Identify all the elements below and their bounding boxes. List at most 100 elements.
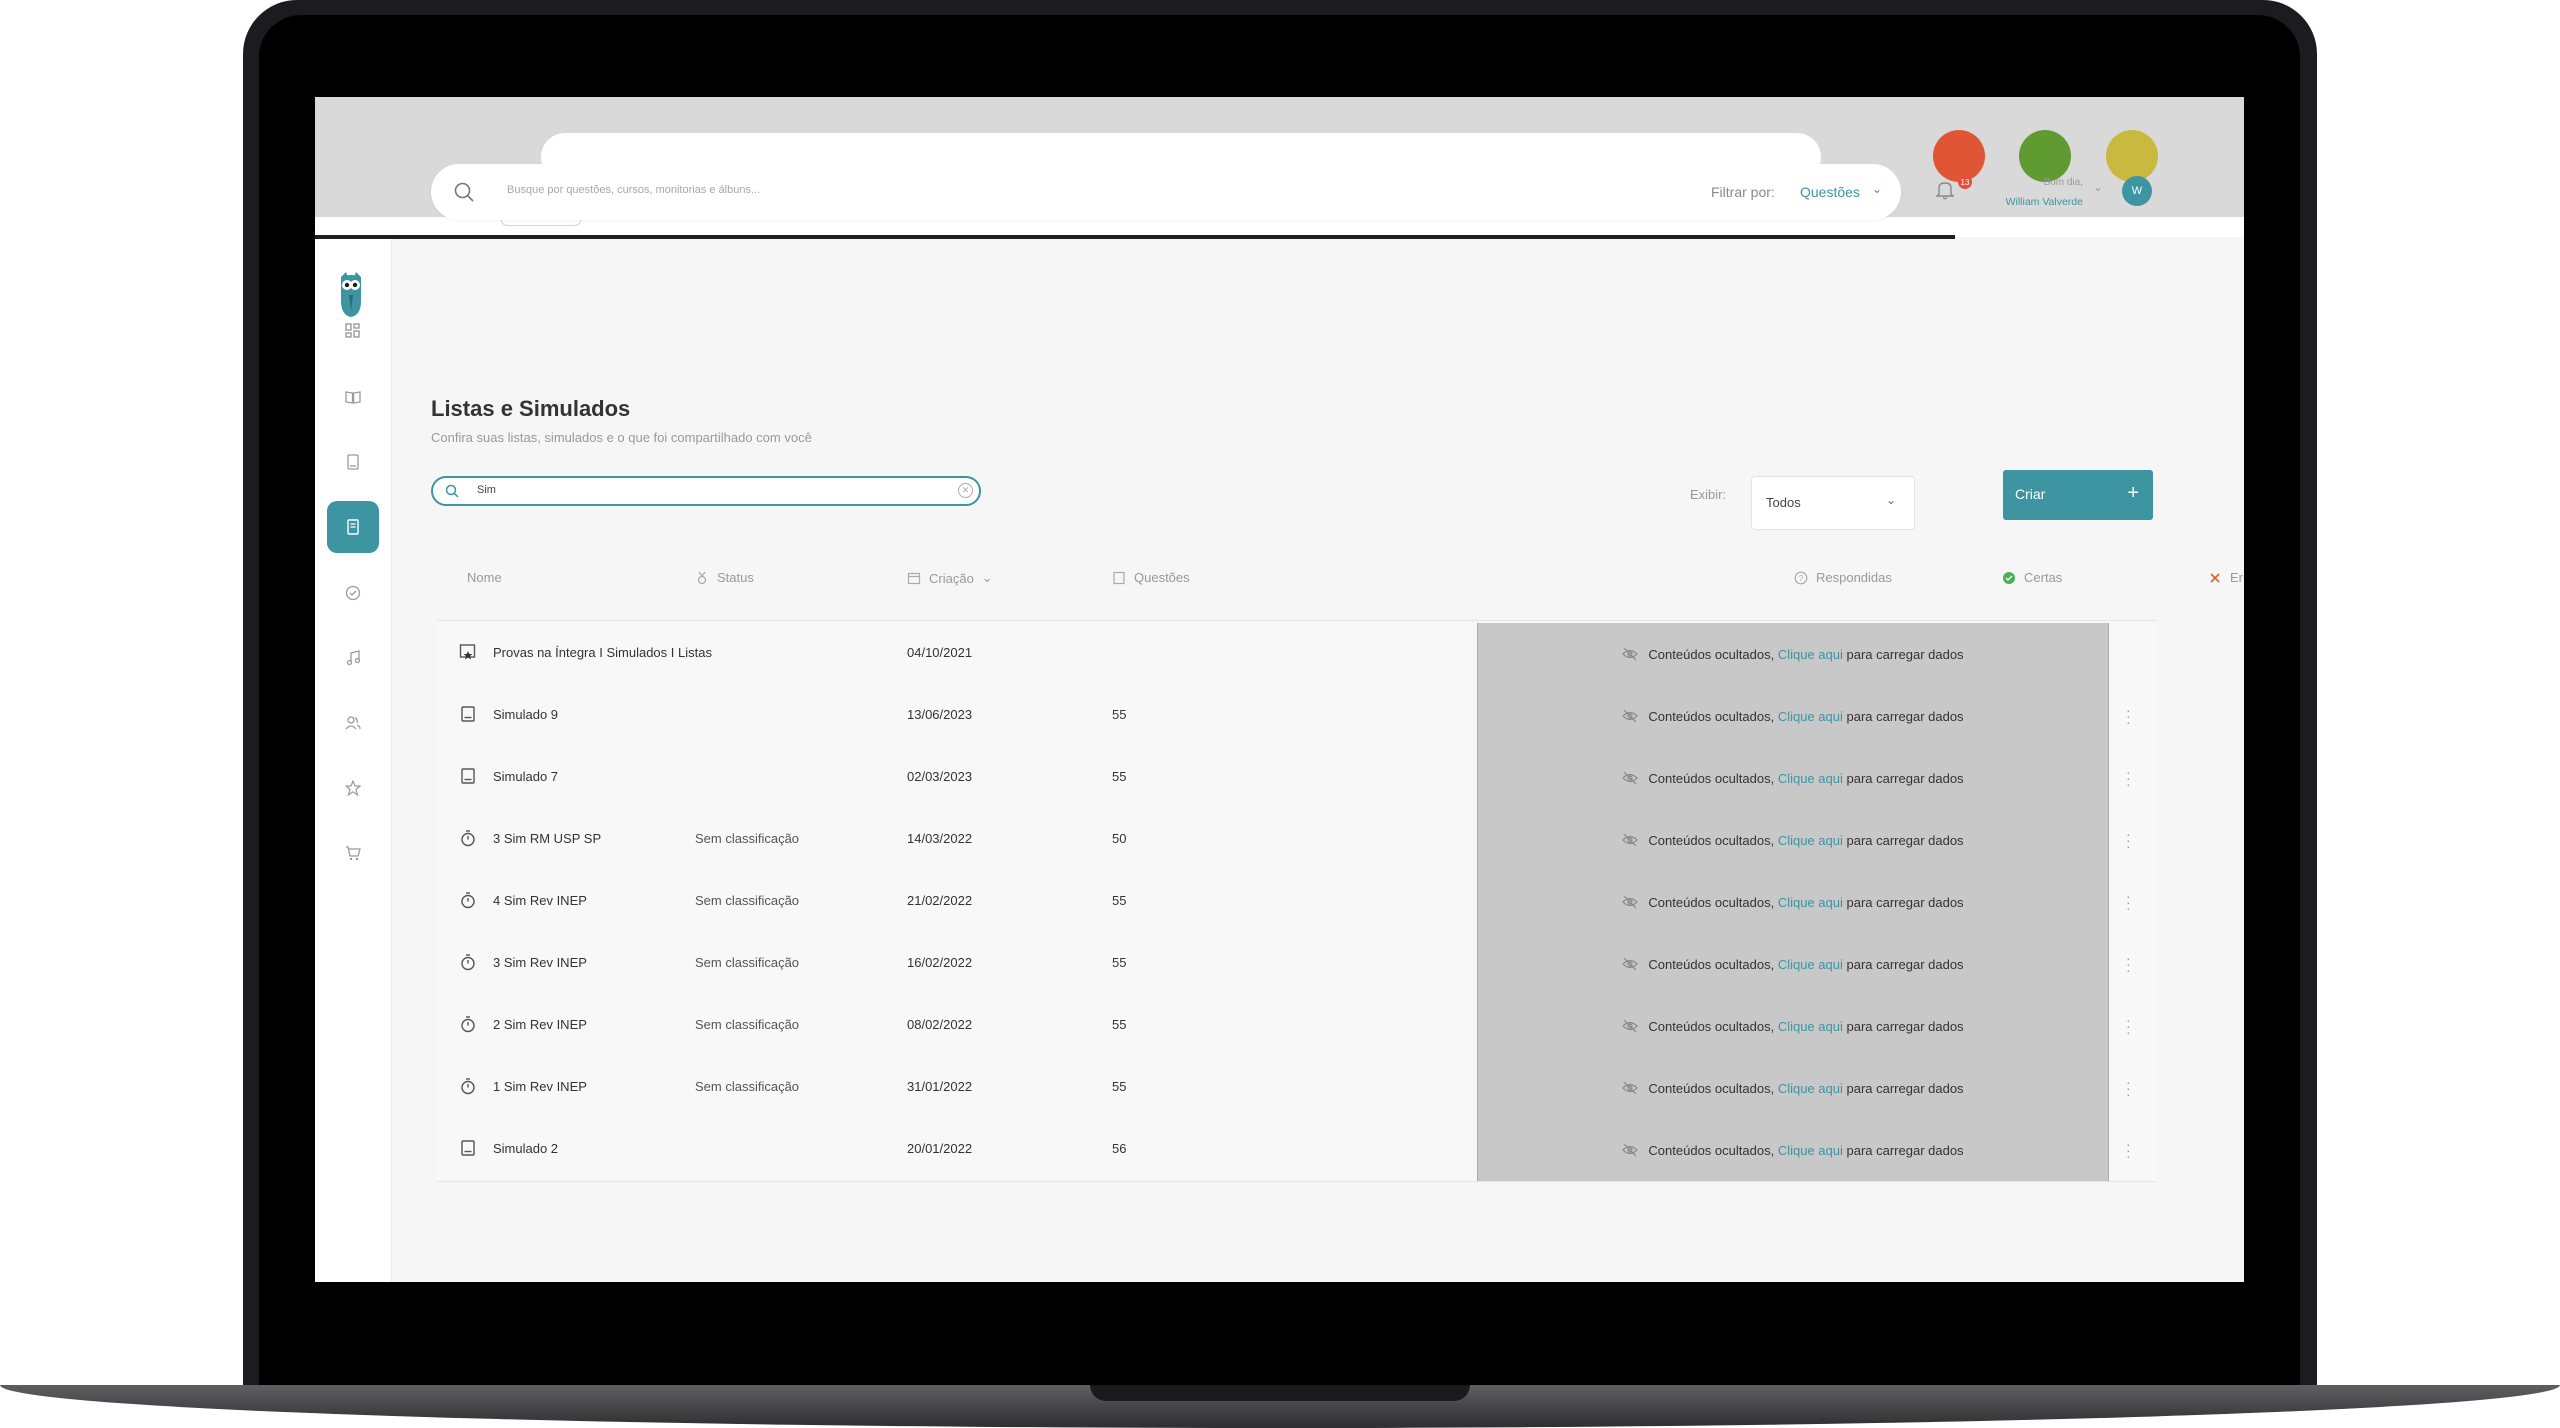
- row-menu-icon[interactable]: · · ·: [2126, 703, 2131, 729]
- eye-off-icon: [1622, 957, 1639, 971]
- row-date: 20/01/2022: [907, 1141, 973, 1156]
- loading-progress-bar: [315, 235, 1955, 239]
- hidden-text: Conteúdos ocultados,: [1648, 894, 1775, 910]
- eye-off-icon: [1622, 1019, 1639, 1033]
- row-questions: 55: [1112, 707, 1127, 722]
- table-row[interactable]: Provas na Íntegra I Simulados I Listas 0…: [437, 623, 2157, 686]
- row-menu-icon[interactable]: · · ·: [2126, 1013, 2131, 1039]
- hidden-text-end: para carregar dados: [1846, 956, 1964, 972]
- hidden-content-panel: Conteúdos ocultados, Clique aqui para ca…: [1477, 933, 2109, 995]
- row-date: 21/02/2022: [907, 893, 973, 908]
- chevron-down-icon[interactable]: ⌄: [1872, 182, 1882, 196]
- list-search-input[interactable]: Sim ✕: [431, 476, 981, 506]
- window-maximize-button[interactable]: [2019, 130, 2071, 182]
- page-title: Listas e Simulados: [431, 396, 631, 421]
- row-status: Sem classificação: [695, 893, 800, 908]
- table-row[interactable]: Simulado 7 02/03/2023 55 Conteúdos ocult…: [437, 747, 2157, 810]
- hidden-content-panel: Conteúdos ocultados, Clique aqui para ca…: [1477, 995, 2109, 1057]
- table-row[interactable]: 4 Sim Rev INEP Sem classificação 21/02/2…: [437, 871, 2157, 934]
- row-name: Provas na Íntegra I Simulados I Listas: [493, 645, 712, 660]
- column-label: Certas: [2024, 570, 2063, 585]
- exibir-label: Exibir:: [1690, 487, 1727, 502]
- row-date: 31/01/2022: [907, 1079, 973, 1094]
- app-screen: Busque por questões, cursos, monitorias …: [315, 97, 2244, 1282]
- stopwatch-icon: [461, 1078, 475, 1095]
- table-row[interactable]: 3 Sim Rev INEP Sem classificação 16/02/2…: [437, 933, 2157, 996]
- row-questions: 56: [1112, 1141, 1127, 1156]
- exibir-select[interactable]: Todos ⌄: [1751, 476, 1915, 530]
- bell-icon[interactable]: [1936, 180, 1954, 200]
- column-header-status[interactable]: Status: [695, 570, 754, 585]
- load-data-link[interactable]: Clique aqui: [1778, 1019, 1843, 1034]
- load-data-link[interactable]: Clique aqui: [1778, 895, 1843, 910]
- table-row[interactable]: 3 Sim RM USP SP Sem classificação 14/03/…: [437, 809, 2157, 872]
- column-header-questoes[interactable]: Questões: [1112, 570, 1190, 585]
- column-header-erradas[interactable]: Erradas: [2208, 570, 2244, 585]
- hidden-text: Conteúdos ocultados,: [1648, 956, 1775, 972]
- avatar[interactable]: W: [2122, 176, 2152, 206]
- window-close-button[interactable]: [1933, 130, 1985, 182]
- sidebar-item-favorites[interactable]: [327, 762, 379, 814]
- table-row[interactable]: Simulado 9 13/06/2023 55 Conteúdos ocult…: [437, 685, 2157, 748]
- load-data-link[interactable]: Clique aqui: [1778, 647, 1843, 662]
- notification-badge: 13: [1958, 175, 1972, 189]
- load-data-link[interactable]: Clique aqui: [1778, 1081, 1843, 1096]
- column-header-criacao[interactable]: Criação ⌄: [907, 570, 993, 586]
- list-icon: [347, 519, 359, 535]
- stopwatch-icon: [461, 830, 475, 847]
- column-header-respondidas[interactable]: ? Respondidas: [1794, 570, 1892, 585]
- row-menu-icon[interactable]: · · ·: [2126, 889, 2131, 915]
- sidebar-item-performance[interactable]: [327, 567, 379, 619]
- table-header: Nome Status Criação ⌄ Questões ? Respond…: [437, 560, 2244, 621]
- hidden-text-end: para carregar dados: [1846, 646, 1964, 662]
- row-menu-icon[interactable]: · · ·: [2126, 765, 2131, 791]
- eye-off-icon: [1622, 1081, 1639, 1095]
- stopwatch-icon: [461, 892, 475, 909]
- sidebar-item-audio[interactable]: [327, 632, 379, 684]
- load-data-link[interactable]: Clique aqui: [1778, 957, 1843, 972]
- users-icon: [345, 716, 361, 730]
- row-menu-icon[interactable]: · · ·: [2126, 1137, 2131, 1163]
- sidebar-item-dashboard[interactable]: [327, 305, 379, 357]
- row-status: Sem classificação: [695, 955, 800, 970]
- page-subtitle: Confira suas listas, simulados e o que f…: [431, 430, 812, 445]
- window-minimize-button[interactable]: [2106, 130, 2158, 182]
- row-name: Simulado 2: [493, 1141, 559, 1156]
- column-header-nome[interactable]: Nome: [467, 570, 502, 585]
- row-menu-icon[interactable]: · · ·: [2126, 827, 2131, 853]
- music-note-icon: [346, 650, 361, 666]
- clear-search-icon[interactable]: ✕: [958, 483, 973, 498]
- load-data-link[interactable]: Clique aqui: [1778, 709, 1843, 724]
- medal-icon: [697, 571, 707, 584]
- create-button[interactable]: Criar +: [2003, 470, 2153, 520]
- load-data-link[interactable]: Clique aqui: [1778, 833, 1843, 848]
- sidebar-item-books[interactable]: [327, 436, 379, 488]
- list-doc-icon: [461, 1140, 475, 1156]
- search-icon: [454, 182, 474, 202]
- hidden-content-panel: Conteúdos ocultados, Clique aqui para ca…: [1477, 809, 2109, 871]
- row-date: 04/10/2021: [907, 645, 973, 660]
- hidden-text: Conteúdos ocultados,: [1648, 646, 1775, 662]
- sidebar-item-lists[interactable]: [327, 501, 379, 553]
- table-row[interactable]: 1 Sim Rev INEP Sem classificação 31/01/2…: [437, 1057, 2157, 1120]
- column-header-certas[interactable]: Certas: [2002, 570, 2062, 585]
- load-data-link[interactable]: Clique aqui: [1778, 1143, 1843, 1158]
- table-row[interactable]: Simulado 2 20/01/2022 56 Conteúdos ocult…: [437, 1119, 2157, 1182]
- row-menu-icon[interactable]: · · ·: [2126, 951, 2131, 977]
- sidebar-item-mentoring[interactable]: [327, 697, 379, 749]
- dashboard-icon: [345, 323, 360, 338]
- load-data-link[interactable]: Clique aqui: [1778, 771, 1843, 786]
- row-menu-icon[interactable]: · · ·: [2126, 1075, 2131, 1101]
- global-search-bar[interactable]: Busque por questões, cursos, monitorias …: [431, 164, 1901, 220]
- sort-chevron-icon[interactable]: ⌄: [982, 570, 993, 586]
- hidden-content-panel: Conteúdos ocultados, Clique aqui para ca…: [1477, 1057, 2109, 1119]
- table-row[interactable]: 2 Sim Rev INEP Sem classificação 08/02/2…: [437, 995, 2157, 1058]
- user-menu-chevron-icon[interactable]: ⌄: [2093, 180, 2103, 194]
- filter-dropdown[interactable]: Questões: [1800, 184, 1860, 200]
- sidebar-item-store[interactable]: [327, 827, 379, 879]
- folder-star-icon: [459, 644, 476, 660]
- book-icon: [347, 454, 359, 470]
- hidden-text-end: para carregar dados: [1846, 832, 1964, 848]
- column-label: Respondidas: [1816, 570, 1892, 585]
- sidebar-item-courses[interactable]: [327, 371, 379, 423]
